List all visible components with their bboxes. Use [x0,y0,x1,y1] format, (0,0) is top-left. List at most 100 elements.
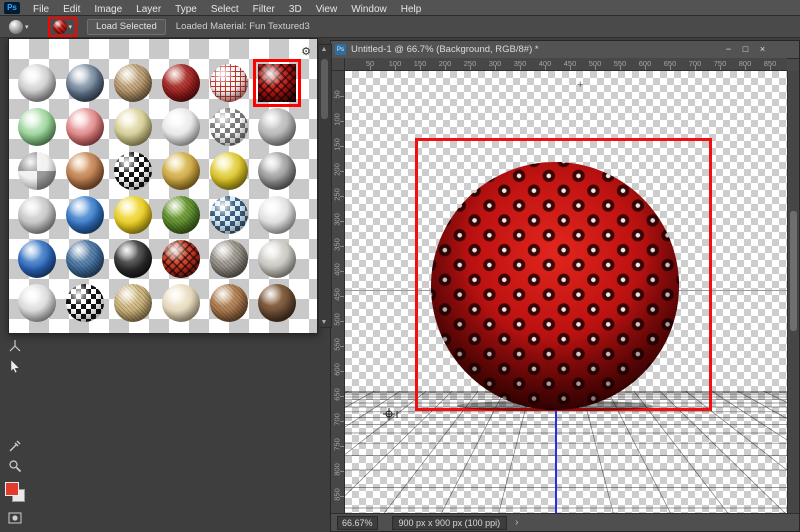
material-wood[interactable] [109,61,157,105]
material-sphere-thumbnail [210,284,248,322]
menu-help[interactable]: Help [394,4,429,15]
material-tool-icon [9,19,23,34]
material-blue-tile[interactable] [205,193,253,237]
quick-mask-icon[interactable] [7,510,23,526]
panel-scrollbar[interactable]: ▲ ▼ [318,44,332,328]
material-sphere-thumbnail [66,284,104,322]
load-selected-button[interactable]: Load Selected [87,18,166,35]
material-sphere-thumbnail [210,108,248,146]
ruler-label: 650 [663,59,677,68]
material-light-gray[interactable] [13,193,61,237]
material-concrete[interactable] [253,237,301,281]
minimize-button[interactable]: − [720,42,737,56]
material-grass[interactable] [157,193,205,237]
gear-icon[interactable]: ⚙ [301,45,311,58]
scroll-up-icon[interactable]: ▲ [319,46,329,53]
material-stone[interactable] [205,237,253,281]
material-sand[interactable] [109,281,157,325]
menu-image[interactable]: Image [87,4,129,15]
material-sphere-thumbnail [253,59,301,107]
material-black-gloss[interactable] [109,237,157,281]
vertical-ruler: 50 100 150 200 250 300 350 400 450 500 550 600 650 70… [331,71,345,514]
material-mirror-checker[interactable] [205,105,253,149]
material-cream[interactable] [157,281,205,325]
material-sphere-thumbnail [162,64,200,102]
menu-3d[interactable]: 3D [282,4,309,15]
scroll-down-icon[interactable]: ▼ [319,319,329,326]
material-amber-glass[interactable] [109,105,157,149]
material-silver[interactable] [13,61,61,105]
material-fun-textured3[interactable] [253,59,301,107]
document-title: Untitled-1 @ 66.7% (Background, RGB/8#) … [351,44,539,55]
material-yellow-bright[interactable] [109,193,157,237]
scrollbar-thumb[interactable] [790,211,797,331]
material-flat-checker[interactable] [13,149,61,193]
material-blue-gloss[interactable] [61,193,109,237]
material-sphere-thumbnail [210,152,248,190]
material-sphere-thumbnail [162,284,200,322]
panel-scroll-thumb[interactable] [321,59,328,119]
material-bronze[interactable] [253,281,301,325]
material-red-wire[interactable] [205,61,253,105]
move-tool[interactable] [7,358,23,374]
material-gray-matte[interactable] [253,105,301,149]
canvas[interactable]: + [345,71,787,514]
zoom-field[interactable]: 66.67% [337,515,378,530]
material-white-matte[interactable] [253,193,301,237]
material-red-mesh[interactable] [157,237,205,281]
material-white-gloss[interactable] [13,281,61,325]
3d-sphere-object[interactable] [430,161,680,411]
material-rose-glass[interactable] [61,105,109,149]
ruler-label: 150 [413,59,427,68]
material-picker-annotation: ▾ [47,16,78,37]
material-yellow-gloss[interactable] [205,149,253,193]
eyedropper-tool[interactable] [7,438,23,454]
zoom-tool[interactable] [7,458,23,474]
material-green-glass[interactable] [13,105,61,149]
ruler-label: 350 [513,59,527,68]
material-clear-glass[interactable] [157,105,205,149]
3d-axis-tool[interactable] [7,338,23,354]
color-swatches [5,482,25,502]
menu-window[interactable]: Window [344,4,394,15]
foreground-color-swatch[interactable] [5,482,19,496]
horizontal-ruler: 50 100 150 200 250 300 350 400 450 500 550 600 650 70… [345,58,787,71]
menu-type[interactable]: Type [168,4,204,15]
material-bw-checker-2[interactable] [61,281,109,325]
material-sphere-thumbnail [114,64,152,102]
document-vertical-scrollbar[interactable] [787,71,799,514]
menu-filter[interactable]: Filter [246,4,282,15]
material-bw-checker[interactable] [109,149,157,193]
material-blue-steel[interactable] [61,61,109,105]
material-denim[interactable] [61,237,109,281]
material-gold[interactable] [157,149,205,193]
maximize-button[interactable]: □ [737,42,754,56]
ruler-label: 700 [332,413,342,426]
material-sphere-thumbnail [210,240,248,278]
status-chevron-icon[interactable]: › [515,517,518,528]
close-button[interactable]: × [754,42,771,56]
material-red-rough[interactable] [157,61,205,105]
material-graphite[interactable] [253,149,301,193]
menu-file[interactable]: File [26,4,56,15]
material-sphere-thumbnail [18,240,56,278]
menu-layer[interactable]: Layer [129,4,168,15]
menu-edit[interactable]: Edit [56,4,87,15]
selected-material-thumbnail[interactable] [52,19,67,34]
document-status-bar: 66.67% 900 px x 900 px (100 ppi) › [331,513,799,531]
document-titlebar[interactable]: Ps Untitled-1 @ 66.7% (Background, RGB/8… [331,41,799,59]
document-icon: Ps [335,44,346,55]
material-blue-plastic[interactable] [13,237,61,281]
ruler-label: 800 [332,463,342,476]
material-sphere-thumbnail [210,64,248,102]
chevron-down-icon: ▾ [25,23,29,31]
material-sphere-thumbnail [18,152,56,190]
material-copper[interactable] [61,149,109,193]
menu-view[interactable]: View [309,4,345,15]
tool-preset-picker[interactable]: ▾ [6,19,32,35]
ps-logo: Ps [4,1,20,14]
3d-camera-widget-icon[interactable] [383,407,401,426]
material-cork[interactable] [205,281,253,325]
material-sphere-thumbnail [18,284,56,322]
menu-select[interactable]: Select [204,4,246,15]
